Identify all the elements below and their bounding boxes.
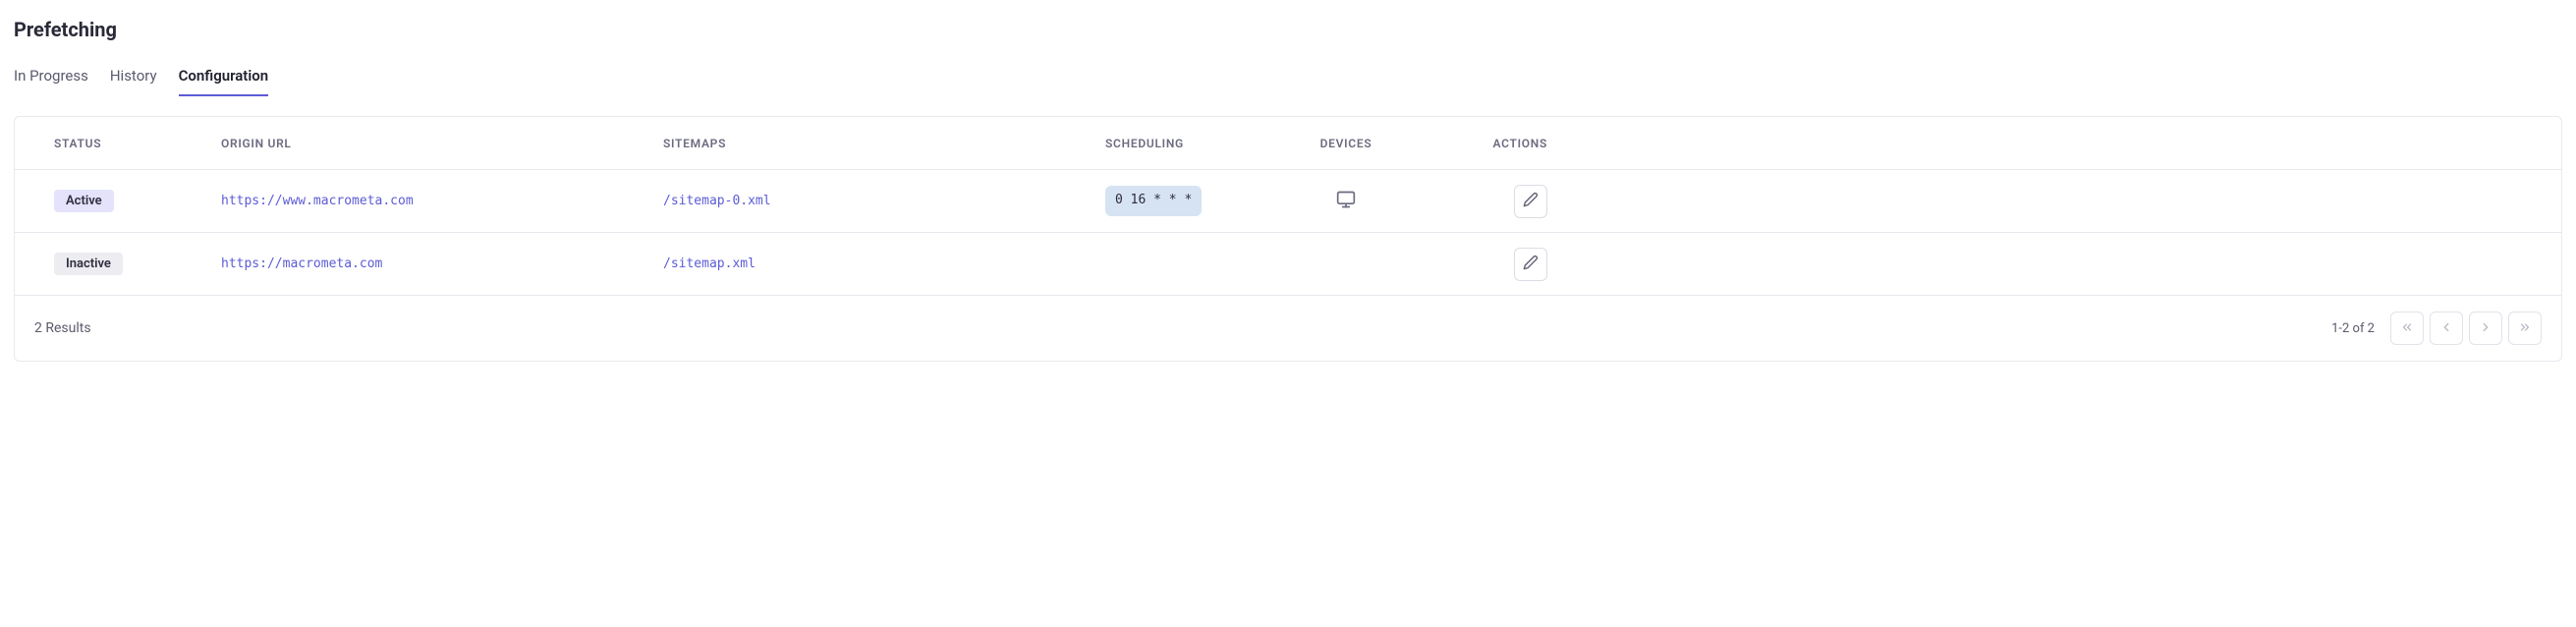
pager-prev-button[interactable] — [2430, 312, 2463, 345]
pencil-icon — [1523, 255, 1539, 273]
pager — [2390, 312, 2542, 345]
results-range: 1-2 of 2 — [2331, 321, 2375, 336]
pager-last-button[interactable] — [2508, 312, 2542, 345]
col-origin-url: ORIGIN URL — [221, 137, 653, 150]
chevron-right-icon — [2479, 320, 2492, 337]
sitemaps-cell: /sitemap-0.xml — [663, 194, 1095, 208]
pager-first-button[interactable] — [2390, 312, 2424, 345]
tab-in-progress[interactable]: In Progress — [14, 63, 88, 96]
col-scheduling: SCHEDULING — [1105, 137, 1272, 150]
edit-button[interactable] — [1514, 185, 1547, 218]
config-table-panel: STATUS ORIGIN URL SITEMAPS SCHEDULING DE… — [14, 116, 2562, 362]
origin-url-cell[interactable]: https://macrometa.com — [221, 256, 653, 271]
table-header: STATUS ORIGIN URL SITEMAPS SCHEDULING DE… — [15, 117, 2561, 170]
col-actions: ACTIONS — [1420, 137, 1547, 150]
status-badge: Inactive — [54, 253, 123, 275]
col-sitemaps: SITEMAPS — [663, 137, 1095, 150]
col-devices: DEVICES — [1282, 137, 1410, 150]
tabs: In Progress History Configuration — [14, 63, 2562, 96]
origin-url-cell[interactable]: https://www.macrometa.com — [221, 194, 653, 208]
status-badge: Active — [54, 190, 114, 212]
table-row: Active https://www.macrometa.com /sitema… — [15, 170, 2561, 233]
devices-cell — [1282, 190, 1410, 213]
chevrons-right-icon — [2518, 320, 2532, 337]
scheduling-cell: 0 16 * * * — [1105, 186, 1202, 215]
results-count: 2 Results — [34, 320, 91, 336]
page-title: Prefetching — [14, 18, 2562, 41]
col-status: STATUS — [54, 137, 211, 150]
sitemaps-cell: /sitemap.xml — [663, 256, 1095, 271]
table-footer: 2 Results 1-2 of 2 — [15, 296, 2561, 361]
chevron-left-icon — [2439, 320, 2453, 337]
pager-next-button[interactable] — [2469, 312, 2502, 345]
tab-history[interactable]: History — [110, 63, 157, 96]
pencil-icon — [1523, 192, 1539, 210]
monitor-icon — [1336, 195, 1356, 213]
edit-button[interactable] — [1514, 248, 1547, 281]
tab-configuration[interactable]: Configuration — [179, 63, 269, 96]
chevrons-left-icon — [2400, 320, 2414, 337]
table-row: Inactive https://macrometa.com /sitemap.… — [15, 233, 2561, 296]
